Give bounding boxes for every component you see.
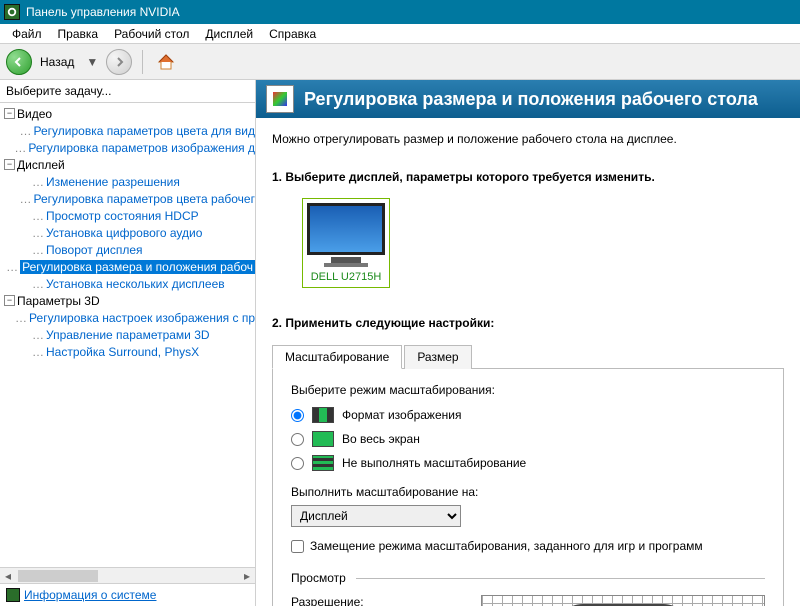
tree-item[interactable]: Регулировка параметров цвета рабочег bbox=[33, 192, 255, 206]
expand-toggle[interactable]: − bbox=[4, 295, 15, 306]
radio-aspect-label: Формат изображения bbox=[342, 408, 461, 422]
expand-toggle[interactable]: − bbox=[4, 108, 15, 119]
content: Регулировка размера и положения рабочего… bbox=[256, 80, 800, 606]
tree-category-3d[interactable]: Параметры 3D bbox=[17, 294, 100, 308]
page-description: Можно отрегулировать размер и положение … bbox=[272, 132, 784, 146]
tree-item[interactable]: Регулировка параметров изображения д bbox=[28, 141, 255, 155]
override-label: Замещение режима масштабирования, заданн… bbox=[310, 539, 703, 553]
tree-item[interactable]: Регулировка параметров цвета для вид bbox=[34, 124, 255, 138]
scroll-right-icon[interactable]: ▸ bbox=[239, 569, 255, 583]
tree-item[interactable]: Изменение разрешения bbox=[46, 175, 180, 189]
home-button[interactable] bbox=[153, 49, 179, 75]
tree-item[interactable]: Управление параметрами 3D bbox=[46, 328, 210, 342]
menu-edit[interactable]: Правка bbox=[50, 25, 107, 43]
back-label[interactable]: Назад bbox=[36, 55, 78, 69]
override-checkbox[interactable] bbox=[291, 540, 304, 553]
perform-on-select[interactable]: Дисплей bbox=[291, 505, 461, 527]
radio-fullscreen-label: Во весь экран bbox=[342, 432, 420, 446]
tree-item[interactable]: Настройка Surround, PhysX bbox=[46, 345, 199, 359]
perform-on-label: Выполнить масштабирование на: bbox=[291, 485, 765, 499]
menu-desktop[interactable]: Рабочий стол bbox=[106, 25, 197, 43]
monitor-icon bbox=[307, 203, 385, 255]
divider bbox=[356, 578, 765, 579]
tab-size[interactable]: Размер bbox=[404, 345, 471, 369]
radio-none-label: Не выполнять масштабирование bbox=[342, 456, 526, 470]
radio-aspect[interactable] bbox=[291, 409, 304, 422]
step2-title: 2. Применить следующие настройки: bbox=[272, 316, 784, 330]
content-header: Регулировка размера и положения рабочего… bbox=[256, 80, 800, 118]
page-title: Регулировка размера и положения рабочего… bbox=[304, 89, 758, 110]
tree-item[interactable]: Установка нескольких дисплеев bbox=[46, 277, 225, 291]
nvidia-icon bbox=[4, 4, 20, 20]
step1-title: 1. Выберите дисплей, параметры которого … bbox=[272, 170, 784, 184]
page-icon bbox=[266, 85, 294, 113]
radio-fullscreen[interactable] bbox=[291, 433, 304, 446]
system-info-link[interactable]: Информация о системе bbox=[24, 588, 156, 602]
window-title: Панель управления NVIDIA bbox=[26, 5, 180, 19]
title-bar: Панель управления NVIDIA bbox=[0, 0, 800, 24]
aspect-icon bbox=[312, 407, 334, 423]
sidebar: Выберите задачу... −Видео …Регулировка п… bbox=[0, 80, 256, 606]
toolbar-separator bbox=[142, 50, 143, 74]
tab-body-scaling: Выберите режим масштабирования: Формат и… bbox=[272, 369, 784, 606]
menu-display[interactable]: Дисплей bbox=[197, 25, 261, 43]
toolbar: Назад ▼ bbox=[0, 44, 800, 80]
menu-file[interactable]: Файл bbox=[4, 25, 50, 43]
fullscreen-icon bbox=[312, 431, 334, 447]
back-dropdown[interactable]: ▼ bbox=[82, 55, 102, 69]
sidebar-header: Выберите задачу... bbox=[0, 80, 255, 103]
expand-toggle[interactable]: − bbox=[4, 159, 15, 170]
forward-button[interactable] bbox=[106, 49, 132, 75]
tree-item[interactable]: Установка цифрового аудио bbox=[46, 226, 202, 240]
tree-category-display[interactable]: Дисплей bbox=[17, 158, 65, 172]
menu-bar: Файл Правка Рабочий стол Дисплей Справка bbox=[0, 24, 800, 44]
back-button[interactable] bbox=[6, 49, 32, 75]
tabs: Масштабирование Размер bbox=[272, 344, 784, 369]
noscale-icon bbox=[312, 455, 334, 471]
monitor-label: DELL U2715H bbox=[311, 271, 382, 283]
preview-label: Просмотр bbox=[291, 571, 346, 585]
tree-item[interactable]: Регулировка настроек изображения с пр bbox=[29, 311, 255, 325]
scroll-thumb[interactable] bbox=[18, 570, 98, 582]
display-selector[interactable]: DELL U2715H bbox=[302, 198, 390, 288]
preview-image bbox=[481, 595, 765, 606]
scroll-left-icon[interactable]: ◂ bbox=[0, 569, 16, 583]
tree-category-video[interactable]: Видео bbox=[17, 107, 52, 121]
radio-none[interactable] bbox=[291, 457, 304, 470]
tree-item[interactable]: Поворот дисплея bbox=[46, 243, 143, 257]
tree-item[interactable]: Просмотр состояния HDCP bbox=[46, 209, 199, 223]
system-info-icon bbox=[6, 588, 20, 602]
horizontal-scrollbar[interactable]: ◂ ▸ bbox=[0, 567, 255, 583]
tree-item-selected[interactable]: Регулировка размера и положения рабоч bbox=[20, 260, 255, 274]
task-tree: −Видео …Регулировка параметров цвета для… bbox=[0, 103, 255, 583]
scaling-mode-label: Выберите режим масштабирования: bbox=[291, 383, 765, 397]
sidebar-footer: Информация о системе bbox=[0, 583, 255, 606]
menu-help[interactable]: Справка bbox=[261, 25, 324, 43]
resolution-label: Разрешение: bbox=[291, 595, 461, 606]
tab-scaling[interactable]: Масштабирование bbox=[272, 345, 402, 369]
